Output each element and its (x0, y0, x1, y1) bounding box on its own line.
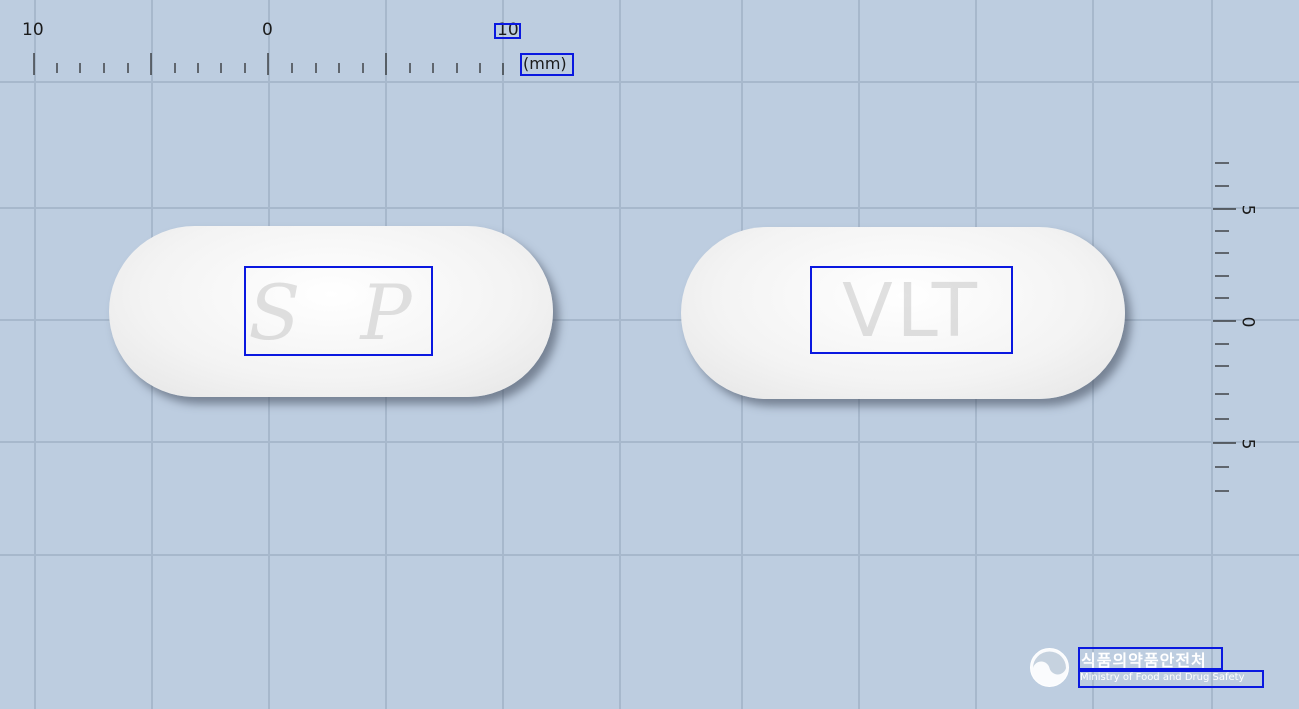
top-ruler-ticks (33, 53, 504, 75)
tablet-back-imprint-highlight (810, 266, 1013, 354)
right-ruler-label-zero: 0 (1237, 316, 1258, 328)
ruler-label-zero: 0 (262, 20, 273, 40)
ruler-label-left: 10 (22, 20, 44, 40)
tablet-front-imprint-highlight (244, 266, 433, 356)
logo-name-korean-highlight (1078, 647, 1223, 670)
right-ruler-label-top: 5 (1237, 204, 1258, 216)
mfds-emblem-icon (1030, 648, 1069, 687)
ruler-unit-highlight (520, 53, 574, 76)
logo-name-english-highlight (1078, 670, 1264, 688)
ruler-label-highlight (494, 23, 521, 39)
right-ruler-label-bottom: 5 (1237, 438, 1258, 450)
